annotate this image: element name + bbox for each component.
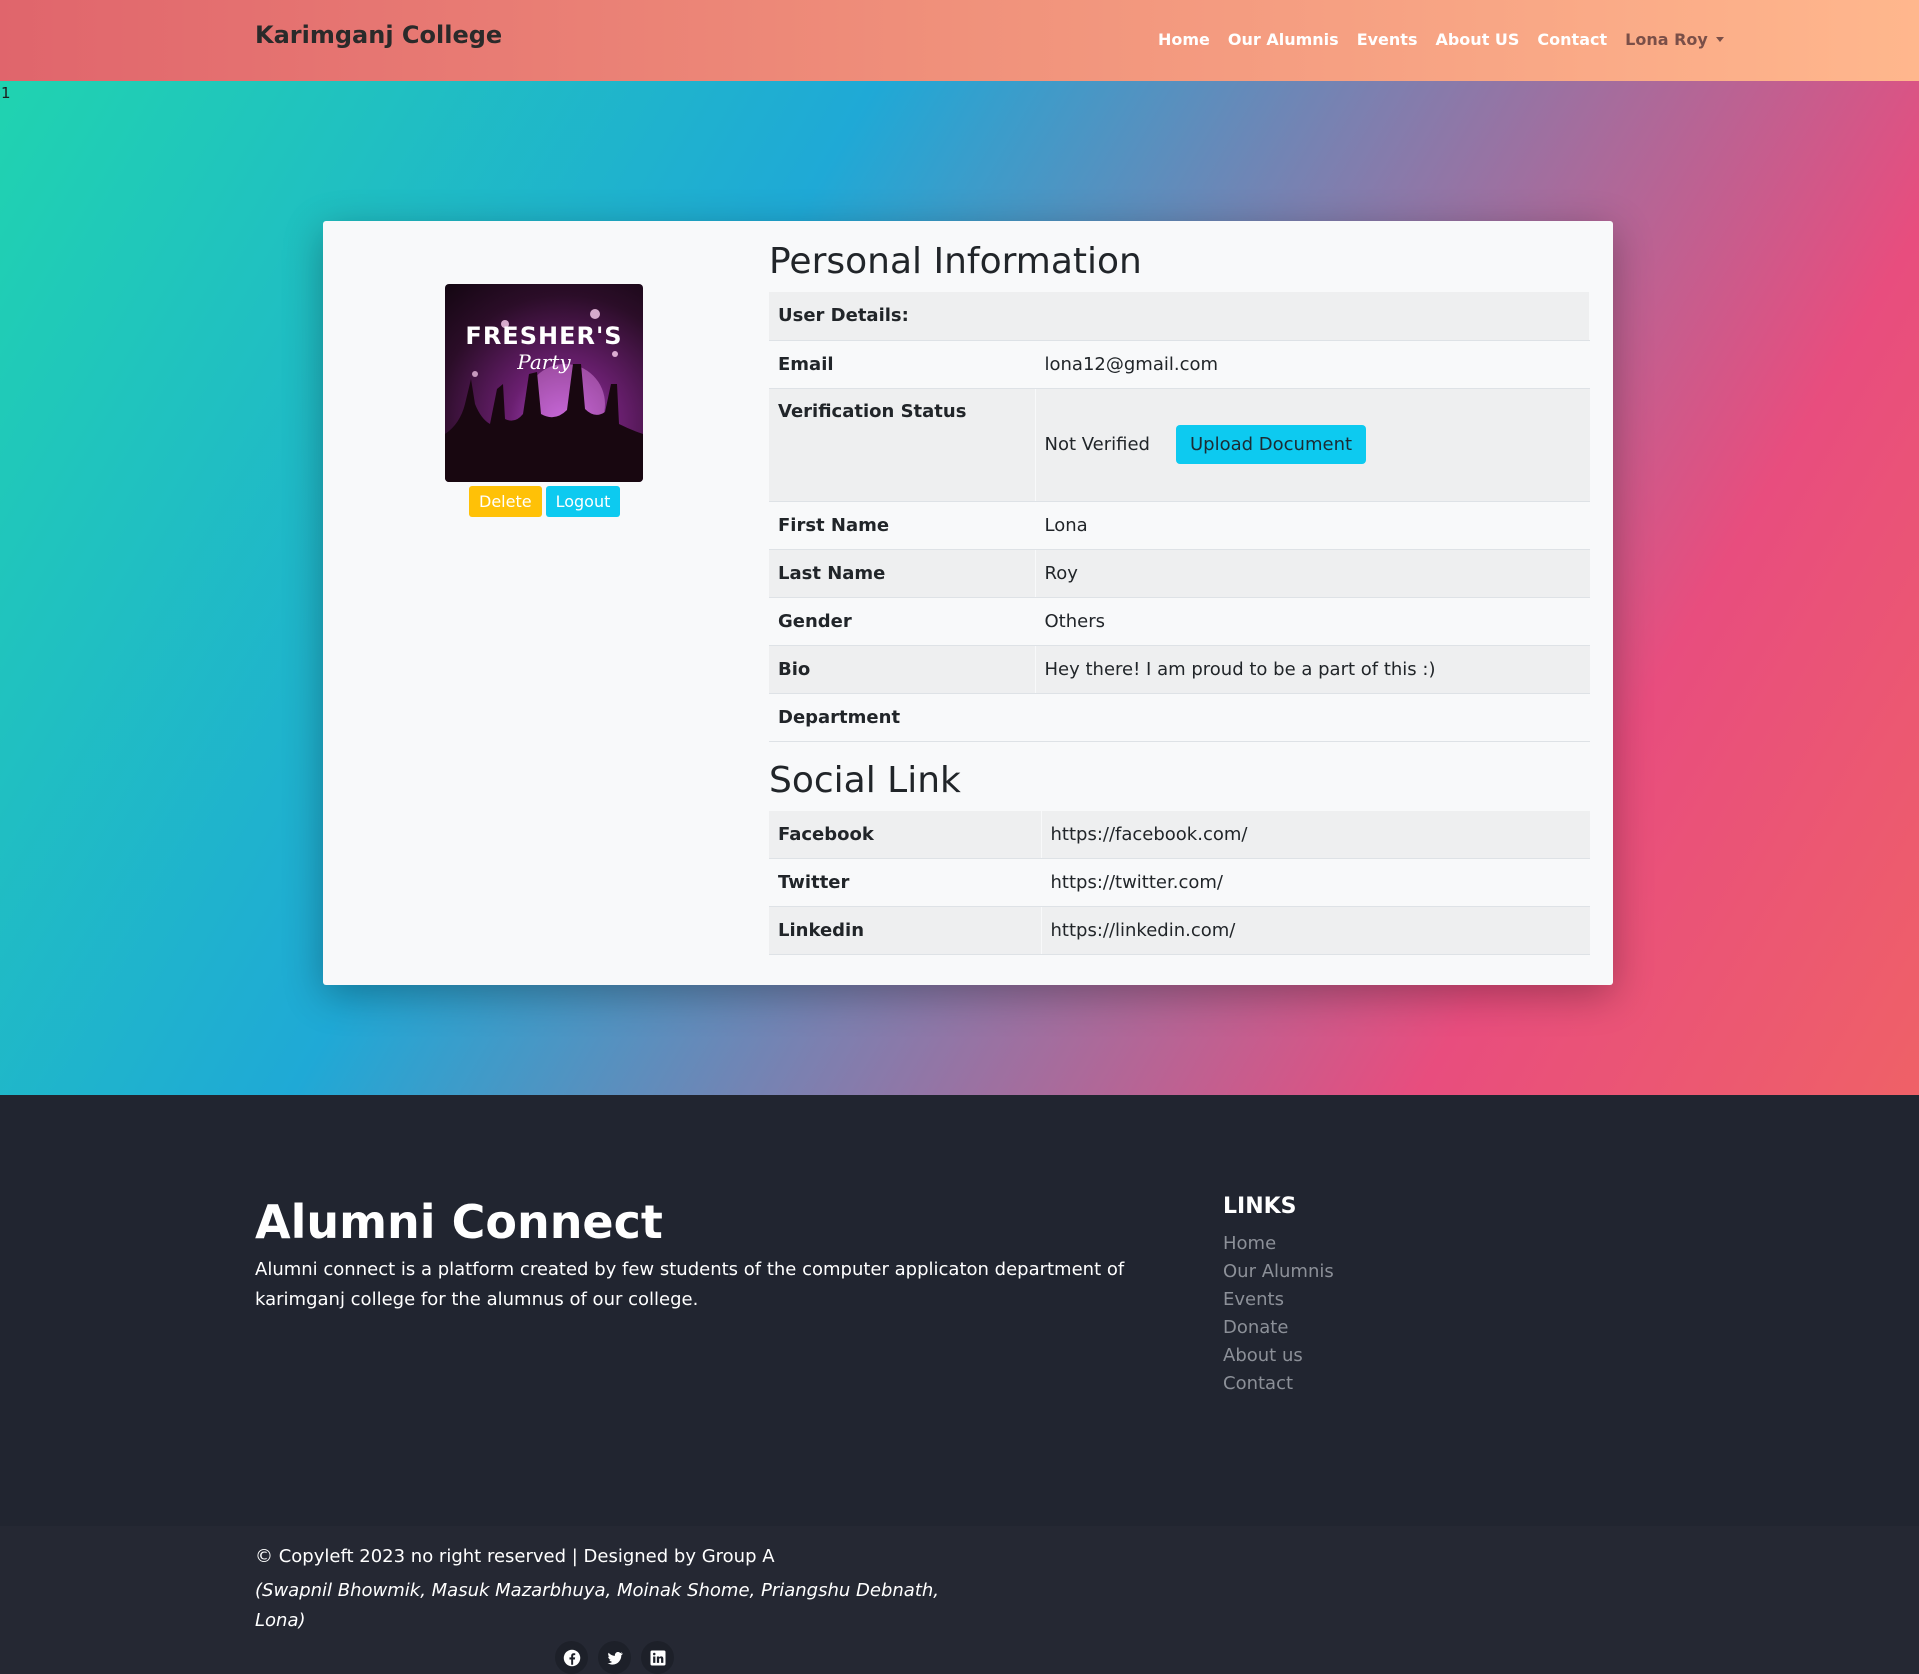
table-row: Department [769, 693, 1590, 742]
nav-link-contact[interactable]: Contact [1537, 30, 1607, 49]
stray-text: 1 [1, 84, 11, 102]
navbar: Karimganj College Home Our Alumnis Event… [0, 0, 1919, 81]
table-row: Verification Status Not Verified Upload … [769, 388, 1590, 502]
department-label: Department [769, 693, 1036, 742]
copyright-text: © Copyleft 2023 no right reserved | Desi… [255, 1546, 775, 1567]
nav-link-about-us[interactable]: About US [1435, 30, 1519, 49]
table-row: Linkedin https://linkedin.com/ [769, 906, 1590, 955]
footer-links-heading: LINKS [1223, 1194, 1297, 1219]
table-row: Gender Others [769, 597, 1590, 646]
email-value: lona12@gmail.com [1035, 340, 1590, 389]
verification-cell: Not Verified Upload Document [1035, 388, 1590, 502]
footer-link-home[interactable]: Home [1223, 1233, 1334, 1254]
logout-button[interactable]: Logout [545, 486, 621, 517]
footer-links: Home Our Alumnis Events Donate About us … [1223, 1233, 1334, 1394]
footer-link-about-us[interactable]: About us [1223, 1345, 1334, 1366]
nav-link-events[interactable]: Events [1357, 30, 1418, 49]
first-name-label: First Name [769, 501, 1036, 550]
authors-text: (Swapnil Bhowmik, Masuk Mazarbhuya, Moin… [255, 1580, 939, 1631]
linkedin-label: Linkedin [769, 906, 1042, 955]
department-value [1035, 693, 1590, 742]
footer-description: Alumni connect is a platform created by … [255, 1259, 1125, 1310]
first-name-value: Lona [1035, 501, 1590, 550]
facebook-link[interactable]: https://facebook.com/ [1041, 810, 1590, 859]
table-row: Bio Hey there! I am proud to be a part o… [769, 645, 1590, 694]
footer-link-our-alumnis[interactable]: Our Alumnis [1223, 1261, 1334, 1282]
table-row: Last Name Roy [769, 549, 1590, 598]
table-row: User Details: [769, 292, 1590, 341]
twitter-icon[interactable] [598, 1641, 631, 1674]
footer-link-events[interactable]: Events [1223, 1289, 1334, 1310]
user-name: Lona Roy [1625, 30, 1708, 49]
last-name-label: Last Name [769, 549, 1036, 598]
user-details-header: User Details: [769, 292, 1590, 341]
nav-link-our-alumnis[interactable]: Our Alumnis [1228, 30, 1339, 49]
last-name-value: Roy [1035, 549, 1590, 598]
table-row: First Name Lona [769, 501, 1590, 550]
user-dropdown[interactable]: Lona Roy [1625, 30, 1724, 49]
profile-actions: Delete Logout [469, 486, 621, 517]
image-title: FRESHER'S [465, 322, 623, 350]
facebook-label: Facebook [769, 810, 1042, 859]
social-icons [555, 1641, 674, 1674]
table-row: Facebook https://facebook.com/ [769, 810, 1590, 859]
linkedin-icon[interactable] [641, 1641, 674, 1674]
verification-status: Not Verified [1044, 433, 1151, 455]
upload-document-button[interactable]: Upload Document [1176, 424, 1367, 464]
profile-card: FRESHER'S Party Delete Logout Personal I… [323, 221, 1613, 985]
delete-button[interactable]: Delete [469, 486, 542, 517]
footer-bottom: © Copyleft 2023 no right reserved | Desi… [0, 1526, 1919, 1674]
table-row: Twitter https://twitter.com/ [769, 858, 1590, 907]
twitter-label: Twitter [769, 858, 1042, 907]
table-row: Email lona12@gmail.com [769, 340, 1590, 389]
footer: Alumni Connect Alumni connect is a platf… [0, 1095, 1919, 1526]
info-panel: Personal Information User Details: Email… [769, 241, 1590, 955]
nav-link-home[interactable]: Home [1158, 30, 1210, 49]
nav-links: Home Our Alumnis Events About US Contact… [1158, 30, 1724, 49]
verification-label: Verification Status [769, 388, 1036, 502]
caret-down-icon [1715, 37, 1724, 42]
brand-logo[interactable]: Karimganj College [255, 21, 502, 49]
social-link-title: Social Link [769, 759, 961, 801]
footer-link-donate[interactable]: Donate [1223, 1317, 1334, 1338]
gender-value: Others [1035, 597, 1590, 646]
social-link-table: Facebook https://facebook.com/ Twitter h… [769, 810, 1590, 955]
profile-image: FRESHER'S Party [445, 284, 643, 482]
footer-title: Alumni Connect [255, 1195, 663, 1249]
facebook-icon[interactable] [555, 1641, 588, 1674]
personal-info-title: Personal Information [769, 241, 1142, 282]
email-label: Email [769, 340, 1036, 389]
linkedin-link[interactable]: https://linkedin.com/ [1041, 906, 1590, 955]
crowd-illustration [445, 309, 643, 482]
twitter-link[interactable]: https://twitter.com/ [1041, 858, 1590, 907]
bio-value: Hey there! I am proud to be a part of th… [1035, 645, 1590, 694]
footer-link-contact[interactable]: Contact [1223, 1373, 1334, 1394]
gender-label: Gender [769, 597, 1036, 646]
personal-info-table: User Details: Email lona12@gmail.com Ver… [769, 292, 1590, 742]
image-subtitle: Party [517, 350, 571, 374]
bio-label: Bio [769, 645, 1036, 694]
